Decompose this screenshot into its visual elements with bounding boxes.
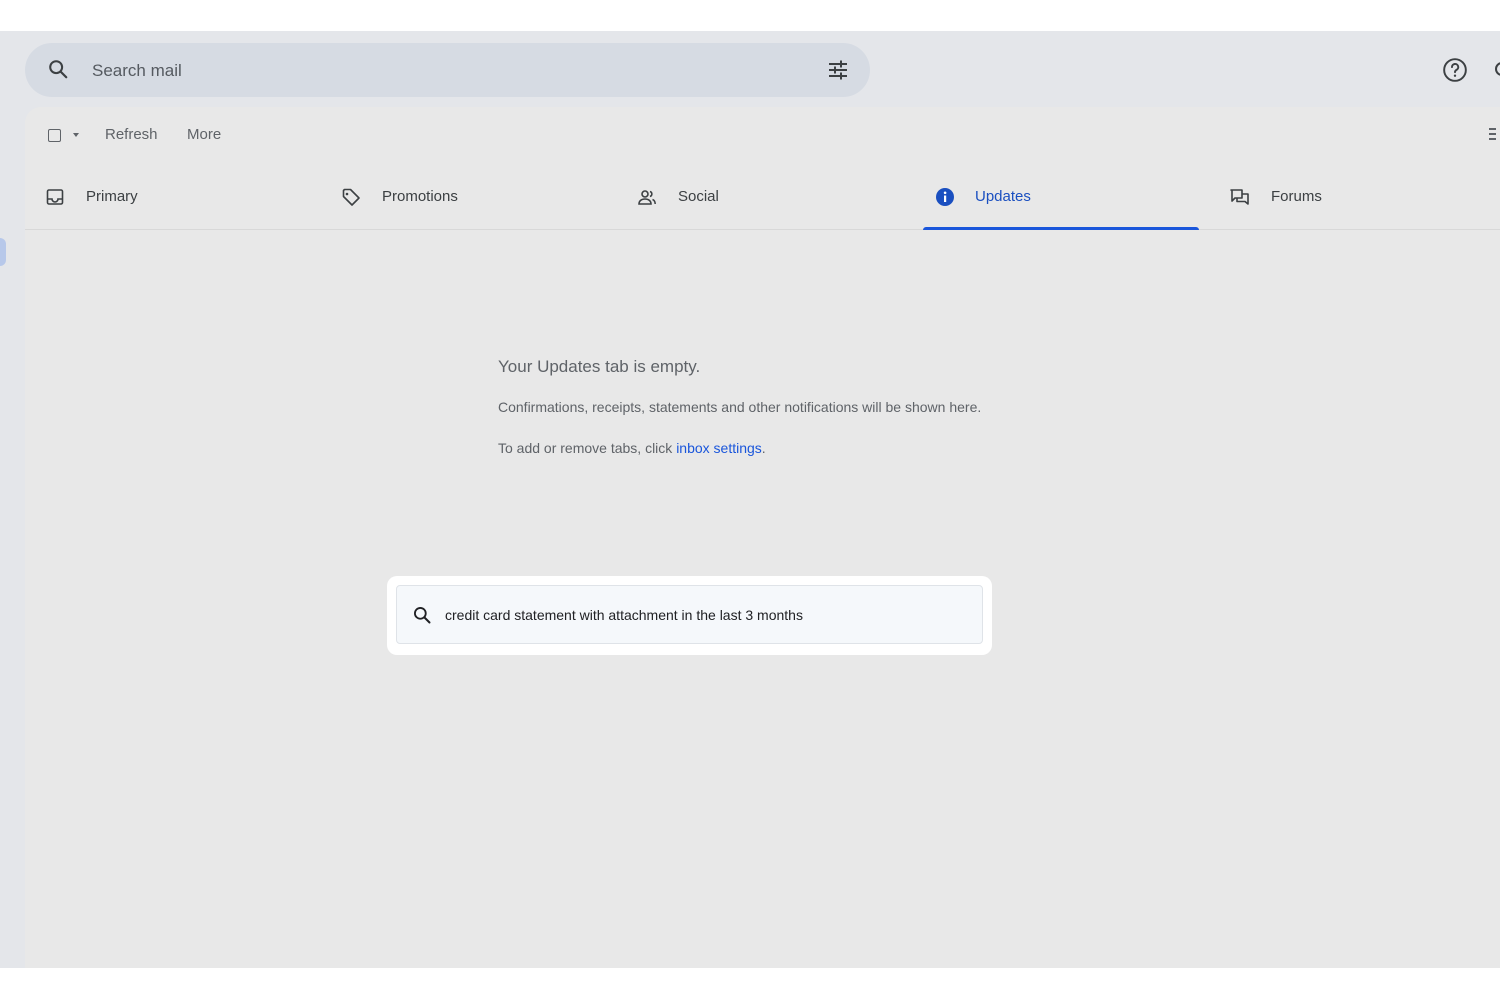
tab-updates[interactable]: Updates xyxy=(923,163,1199,230)
search-input[interactable]: Search mail xyxy=(92,61,182,81)
tab-label: Updates xyxy=(975,188,1031,205)
search-icon xyxy=(412,605,432,630)
empty-state-title: Your Updates tab is empty. xyxy=(498,357,701,376)
search-suggestion-card: credit card statement with attachment in… xyxy=(387,576,992,655)
search-options-icon[interactable] xyxy=(826,58,850,87)
active-tab-indicator xyxy=(923,227,1199,230)
tag-icon xyxy=(341,187,361,207)
suggestion-query: credit card statement with attachment in… xyxy=(445,607,803,623)
tab-forums[interactable]: Forums xyxy=(1209,163,1485,229)
refresh-button[interactable]: Refresh xyxy=(105,126,158,143)
select-dropdown-icon[interactable] xyxy=(73,133,79,137)
search-bar[interactable]: Search mail xyxy=(25,43,870,97)
forum-icon xyxy=(1229,187,1249,207)
tab-primary[interactable]: Primary xyxy=(25,163,301,229)
tab-label: Social xyxy=(678,188,719,205)
hint-prefix: To add or remove tabs, click xyxy=(498,440,677,456)
empty-state-hint: To add or remove tabs, click inbox setti… xyxy=(498,440,766,456)
help-icon[interactable] xyxy=(1442,57,1468,88)
hint-suffix: . xyxy=(761,440,766,456)
select-all-checkbox[interactable] xyxy=(48,129,61,142)
tab-social[interactable]: Social xyxy=(617,163,893,229)
more-button[interactable]: More xyxy=(187,126,221,143)
tab-label: Forums xyxy=(1271,188,1322,205)
layout-toggle-icon[interactable] xyxy=(1487,127,1497,141)
empty-state-subtitle: Confirmations, receipts, statements and … xyxy=(498,399,982,415)
inbox-settings-link[interactable]: inbox settings xyxy=(676,440,762,456)
people-icon xyxy=(637,187,657,207)
sidebar-active-indicator[interactable] xyxy=(0,238,6,266)
tab-promotions[interactable]: Promotions xyxy=(321,163,597,229)
mail-panel: Refresh More Primary Promotions Social U… xyxy=(25,107,1500,968)
tab-label: Promotions xyxy=(382,188,458,205)
tab-label: Primary xyxy=(86,188,138,205)
category-tabs: Primary Promotions Social Updates Forums xyxy=(25,163,1500,230)
search-suggestion-chip[interactable]: credit card statement with attachment in… xyxy=(396,585,983,644)
mail-app: Search mail Refresh More Primary Promoti… xyxy=(0,31,1500,968)
info-icon xyxy=(935,187,955,207)
toolbar: Refresh More xyxy=(25,107,1500,163)
search-icon[interactable] xyxy=(47,58,69,85)
inbox-icon xyxy=(45,187,65,207)
settings-icon[interactable] xyxy=(1492,59,1500,79)
